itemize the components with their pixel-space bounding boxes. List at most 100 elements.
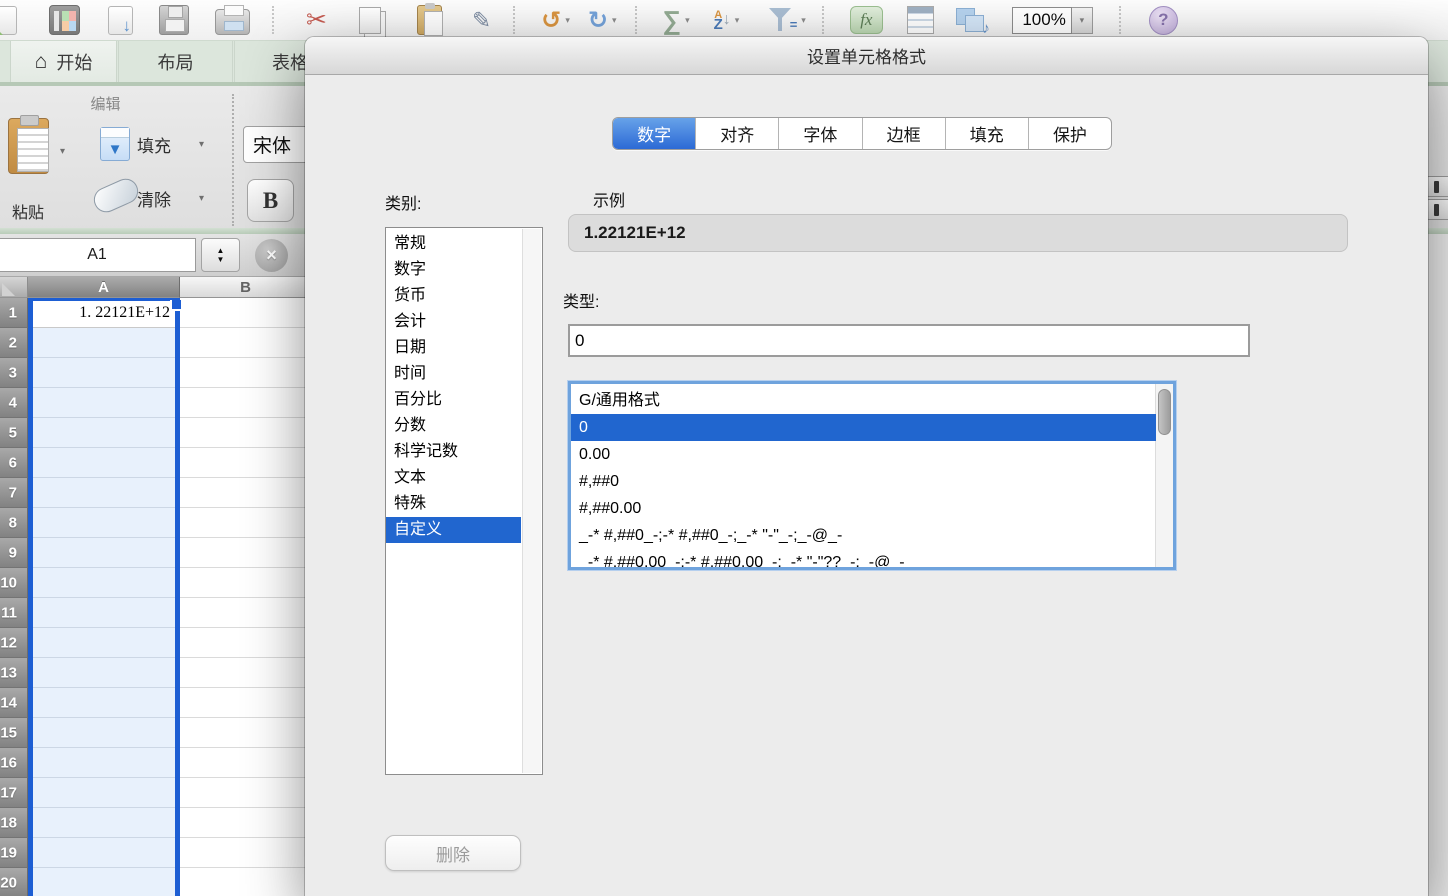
cell-column-a[interactable] (28, 508, 180, 538)
clear-dropdown-caret[interactable]: ▾ (199, 193, 204, 204)
cancel-entry-button[interactable]: × (255, 239, 288, 272)
sort-icon[interactable]: A Z (714, 5, 723, 35)
row-header[interactable]: 20 (0, 868, 28, 896)
row-header[interactable]: 19 (0, 838, 28, 868)
row-header[interactable]: 15 (0, 718, 28, 748)
category-item[interactable]: 会计 (386, 309, 521, 335)
cell-column-b[interactable] (180, 328, 312, 358)
dialog-tab[interactable]: 填充 (946, 118, 1029, 149)
cell-column-b[interactable] (180, 808, 312, 838)
insert-function-icon[interactable]: fx (850, 6, 883, 34)
undo-dropdown-caret[interactable]: ▾ (565, 15, 570, 26)
cell-column-a[interactable] (28, 628, 180, 658)
cell-column-b[interactable] (180, 718, 312, 748)
help-icon[interactable]: ? (1149, 6, 1178, 35)
category-item[interactable]: 时间 (386, 361, 521, 387)
number-format-button-partial[interactable] (1426, 199, 1448, 220)
fill-button-icon[interactable]: ▼ (100, 127, 130, 161)
name-box[interactable]: A1 (0, 238, 196, 272)
format-code-item[interactable]: 0.00 (571, 441, 1156, 468)
clear-button-label[interactable]: 清除 (137, 186, 171, 211)
clear-button-icon[interactable] (90, 175, 142, 217)
row-header[interactable]: 11 (0, 598, 28, 628)
paste-icon[interactable] (417, 5, 442, 35)
show-formulas-icon[interactable] (907, 6, 934, 34)
category-item[interactable]: 特殊 (386, 491, 521, 517)
row-header[interactable]: 2 (0, 328, 28, 358)
cell-column-b[interactable] (180, 448, 312, 478)
category-item[interactable]: 分数 (386, 413, 521, 439)
filter-icon[interactable]: = (767, 6, 797, 34)
category-item[interactable]: 科学记数 (386, 439, 521, 465)
format-code-item[interactable]: G/通用格式 (571, 387, 1156, 414)
cell-column-a[interactable] (28, 328, 180, 358)
cell-column-b[interactable] (180, 868, 312, 896)
paste-button-icon[interactable] (8, 118, 49, 174)
delete-button[interactable]: 删除 (385, 835, 521, 871)
select-all-corner[interactable] (0, 277, 28, 298)
category-item[interactable]: 百分比 (386, 387, 521, 413)
category-item[interactable]: 数字 (386, 257, 521, 283)
cell-column-a[interactable] (28, 718, 180, 748)
cell-column-a[interactable] (28, 418, 180, 448)
copy-icon[interactable] (359, 7, 381, 34)
row-header[interactable]: 18 (0, 808, 28, 838)
dialog-tab[interactable]: 边框 (863, 118, 946, 149)
name-box-stepper[interactable]: ▲ ▼ (201, 238, 240, 272)
cell-column-a[interactable] (28, 808, 180, 838)
cell-column-b[interactable] (180, 598, 312, 628)
autosum-dropdown-caret[interactable]: ▾ (685, 15, 690, 26)
row-header[interactable]: 10 (0, 568, 28, 598)
fill-dropdown-caret[interactable]: ▾ (199, 139, 204, 150)
cell-column-b[interactable] (180, 388, 312, 418)
fill-handle[interactable] (170, 300, 181, 311)
cell-column-b[interactable] (180, 418, 312, 448)
type-input[interactable] (568, 324, 1250, 357)
cell-column-b[interactable] (180, 508, 312, 538)
cell-column-b[interactable] (180, 658, 312, 688)
stepper-up-icon[interactable]: ▲ (217, 246, 225, 255)
cell-column-b[interactable] (180, 838, 312, 868)
row-header[interactable]: 9 (0, 538, 28, 568)
format-code-item[interactable]: _-* #,##0_-;-* #,##0_-;_-* "-"_-;_-@_- (571, 522, 1156, 549)
undo-icon[interactable]: ↺ (541, 5, 561, 35)
cell-column-a[interactable] (28, 658, 180, 688)
fill-button-label[interactable]: 填充 (137, 132, 171, 157)
scrollbar-thumb[interactable] (1158, 389, 1171, 435)
new-document-icon[interactable] (0, 6, 17, 35)
cell-column-b[interactable] (180, 628, 312, 658)
cell-column-a[interactable] (28, 838, 180, 868)
category-item[interactable]: 日期 (386, 335, 521, 361)
row-header[interactable]: 6 (0, 448, 28, 478)
cell-column-a[interactable] (28, 388, 180, 418)
row-header[interactable]: 3 (0, 358, 28, 388)
redo-icon[interactable]: ↻ (588, 5, 608, 35)
row-header[interactable]: 1 (0, 298, 28, 328)
row-header[interactable]: 5 (0, 418, 28, 448)
cell-column-b[interactable] (180, 778, 312, 808)
cut-icon[interactable]: ✂ (306, 5, 327, 35)
cell-column-a[interactable] (28, 748, 180, 778)
sort-dropdown-caret[interactable]: ▾ (735, 15, 740, 26)
redo-dropdown-caret[interactable]: ▾ (612, 15, 617, 26)
stepper-down-icon[interactable]: ▼ (217, 255, 225, 264)
cell-column-a[interactable] (28, 598, 180, 628)
category-item[interactable]: 自定义 (386, 517, 521, 543)
cell-column-a[interactable] (28, 478, 180, 508)
row-header[interactable]: 17 (0, 778, 28, 808)
dialog-tab[interactable]: 保护 (1029, 118, 1111, 149)
cell-column-a[interactable] (28, 688, 180, 718)
dialog-tab[interactable]: 对齐 (696, 118, 779, 149)
column-header-a[interactable]: A (28, 277, 180, 298)
row-header[interactable]: 14 (0, 688, 28, 718)
row-header[interactable]: 12 (0, 628, 28, 658)
row-header[interactable]: 4 (0, 388, 28, 418)
autosum-icon[interactable]: ∑ (663, 5, 682, 35)
dialog-tab[interactable]: 数字 (613, 118, 696, 149)
cell-column-b[interactable] (180, 688, 312, 718)
bold-button[interactable]: B (247, 179, 294, 222)
zoom-level-box[interactable]: 100% (1012, 7, 1072, 34)
category-item[interactable]: 货币 (386, 283, 521, 309)
format-code-item[interactable]: _-* #,##0.00_-;-* #,##0.00_-;_-* "-"??_-… (571, 549, 1156, 570)
format-painter-icon[interactable]: ✎ (472, 5, 491, 35)
